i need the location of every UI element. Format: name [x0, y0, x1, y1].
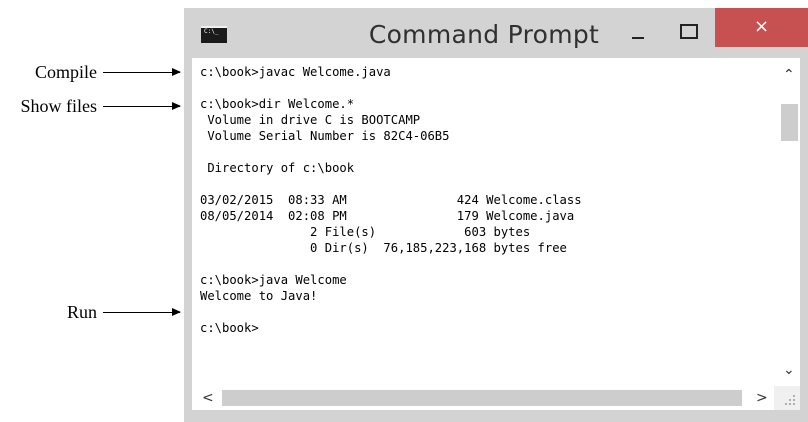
annotation-arrow [103, 68, 181, 76]
command-prompt-window: C:\_ Command Prompt × c:\book>javac Welc… [184, 8, 808, 422]
console-line: 0 Dir(s) 76,185,223,168 bytes free [200, 241, 567, 255]
scroll-left-icon[interactable]: < [202, 391, 214, 405]
console-line: Volume in drive C is BOOTCAMP [200, 113, 421, 127]
annotation-show-files: Show files [0, 96, 181, 117]
console-line: c:\book>java Welcome [200, 273, 347, 287]
console-line: c:\book>javac Welcome.java [200, 65, 391, 79]
annotation-arrow [103, 102, 181, 110]
annotation-label: Run [66, 302, 97, 322]
vertical-scroll-thumb[interactable] [781, 104, 798, 141]
annotation-label: Show files [20, 96, 98, 116]
scroll-up-icon[interactable]: ⌃ [783, 68, 795, 82]
annotation-run: Run [0, 302, 181, 323]
console-line: Volume Serial Number is 82C4-06B5 [200, 129, 450, 143]
scroll-down-icon[interactable]: ⌄ [783, 363, 795, 377]
annotation-arrow [103, 308, 181, 316]
console-line: 08/05/2014 02:08 PM 179 Welcome.java [200, 209, 575, 223]
command-prompt-icon[interactable]: C:\_ [201, 26, 227, 43]
minimize-button[interactable] [620, 8, 666, 58]
vertical-scrollbar[interactable]: ⌃ ⌄ [778, 58, 800, 388]
maximize-button[interactable] [666, 8, 712, 58]
horizontal-scrollbar[interactable]: < > [192, 386, 774, 410]
resize-grip-icon[interactable] [774, 386, 800, 410]
console-line: c:\book>dir Welcome.* [200, 97, 355, 111]
console-text: c:\book>javac Welcome.java c:\book>dir W… [200, 64, 780, 336]
console-line: 2 File(s) 603 bytes [200, 225, 531, 239]
title-bar[interactable]: C:\_ Command Prompt × [184, 8, 808, 58]
scroll-right-icon[interactable]: > [756, 391, 768, 405]
annotation-label: Compile [35, 62, 97, 82]
minimize-icon [632, 37, 644, 39]
console-line: Directory of c:\book [200, 161, 355, 175]
console-line: 03/02/2015 08:33 AM 424 Welcome.class [200, 193, 582, 207]
close-button[interactable]: × [715, 8, 808, 47]
maximize-icon [680, 24, 698, 39]
console-line: Welcome to Java! [200, 289, 318, 303]
window-title: Command Prompt [368, 20, 600, 49]
icon-text: C:\_ [204, 28, 219, 35]
horizontal-scroll-thumb[interactable] [222, 390, 742, 406]
console-line: c:\book> [200, 321, 259, 335]
console-output[interactable]: c:\book>javac Welcome.java c:\book>dir W… [192, 58, 800, 388]
annotation-compile: Compile [0, 62, 181, 83]
